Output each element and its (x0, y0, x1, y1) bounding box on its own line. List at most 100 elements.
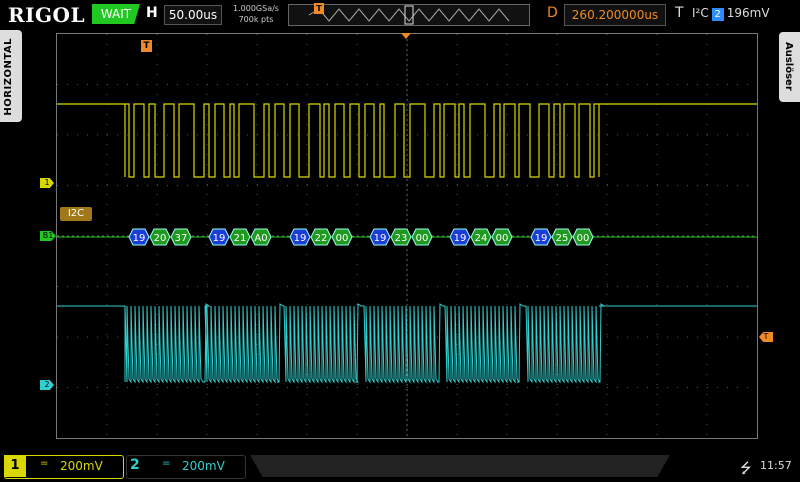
grid-dot (156, 154, 158, 155)
grid-dot (556, 144, 558, 145)
grid-dot (737, 286, 738, 287)
grid-dot (697, 387, 698, 388)
grid-dot (106, 324, 108, 325)
grid-dot (256, 194, 258, 195)
grid-dot (556, 414, 558, 415)
grid-dot (387, 134, 388, 136)
grid-dot (156, 204, 158, 205)
grid-dot (607, 387, 608, 388)
grid-dot (437, 185, 438, 186)
grid-dot (106, 64, 108, 65)
grid-dot (237, 185, 238, 186)
memory-trigger-marker: T (314, 3, 324, 14)
trigger-info[interactable]: I²C 2 196mV (692, 6, 770, 21)
timebase-value[interactable]: 50.00us (164, 5, 222, 25)
grid-dot (107, 84, 108, 85)
grid-dot (117, 84, 118, 85)
grid-dot (607, 185, 608, 186)
memory-overview-bar[interactable] (288, 4, 530, 26)
grid-dot (256, 264, 258, 265)
grid-dot (506, 54, 508, 55)
grid-dot (456, 124, 458, 125)
grid-dot (77, 387, 78, 388)
bus-marker[interactable]: B1 (40, 231, 56, 241)
grid-dot (256, 154, 258, 155)
grid-dot (407, 286, 408, 287)
grid-dot (327, 286, 328, 287)
grid-dot (356, 394, 358, 395)
grid-dot (707, 286, 708, 287)
grid-dot (306, 384, 308, 385)
grid-dot (306, 44, 308, 45)
grid-dot (637, 387, 638, 388)
grid-dot (137, 336, 138, 338)
grid-dot (337, 286, 338, 287)
bus-label-badge[interactable]: I2C (60, 207, 92, 221)
grid-dot (327, 84, 328, 85)
grid-dot (67, 84, 68, 85)
grid-dot (706, 394, 708, 395)
grid-dot (387, 185, 388, 186)
grid-dot (517, 387, 518, 388)
grid-dot (456, 224, 458, 225)
system-clock: 11:57 (760, 459, 792, 472)
grid-dot (377, 185, 378, 186)
ch2-offset-marker[interactable]: 2 (40, 380, 54, 390)
grid-dot (306, 104, 308, 105)
grid-dot (106, 204, 108, 205)
grid-dot (256, 54, 258, 55)
grid-dot (656, 204, 658, 205)
grid-dot (77, 84, 78, 85)
grid-dot (706, 334, 708, 335)
grid-dot (217, 387, 218, 388)
grid-dot (607, 286, 608, 287)
grid-dot (256, 174, 258, 175)
grid-dot (527, 286, 528, 287)
horizontal-menu-tab[interactable]: HORIZONTAL (0, 30, 22, 122)
grid-dot (706, 424, 708, 425)
ch1-offset-marker[interactable]: 1 (40, 178, 54, 188)
grid-dot (706, 44, 708, 45)
delay-value[interactable]: 260.200000us (564, 4, 666, 26)
grid-dot (87, 134, 88, 136)
grid-dot (157, 286, 158, 287)
grid-dot (77, 185, 78, 186)
grid-dot (517, 134, 518, 136)
grid-dot (606, 244, 608, 245)
grid-dot (467, 185, 468, 186)
grid-dot (506, 204, 508, 205)
trigger-level-marker[interactable]: T (759, 332, 773, 342)
grid-dot (527, 84, 528, 85)
grid-dot (157, 185, 158, 186)
grid-dot (106, 344, 108, 345)
grid-dot (287, 286, 288, 287)
grid-dot (606, 324, 608, 325)
grid-dot (606, 64, 608, 65)
grid-dot (456, 44, 458, 45)
grid-dot (467, 84, 468, 85)
grid-dot (306, 34, 308, 35)
grid-dot (547, 286, 548, 287)
ch2-number[interactable]: 2 (130, 457, 140, 473)
grid-dot (656, 224, 658, 225)
grid-dot (377, 84, 378, 85)
acquisition-status-badge[interactable]: WAIT (92, 4, 140, 24)
grid-dot (506, 254, 508, 255)
grid-dot (156, 44, 158, 45)
grid-dot (356, 164, 358, 165)
trigger-menu-tab[interactable]: Auslöser (779, 32, 800, 102)
grid-dot (447, 134, 448, 136)
grid-dot (106, 144, 108, 145)
grid-dot (106, 244, 108, 245)
grid-dot (167, 185, 168, 186)
ch1-number[interactable]: 1 (4, 455, 26, 477)
waveform-display[interactable]: 19 20 37 19 21 A0 19 22 00 19 23 00 19 24 00 19 25 00 (56, 33, 758, 439)
grid-dot (487, 185, 488, 186)
grid-dot (527, 387, 528, 388)
grid-dot (256, 334, 258, 335)
trigger-position-marker[interactable]: T (141, 40, 152, 52)
grid-dot (707, 84, 708, 85)
grid-dot (206, 384, 208, 385)
grid-dot (147, 134, 148, 136)
grid-dot (407, 387, 408, 388)
